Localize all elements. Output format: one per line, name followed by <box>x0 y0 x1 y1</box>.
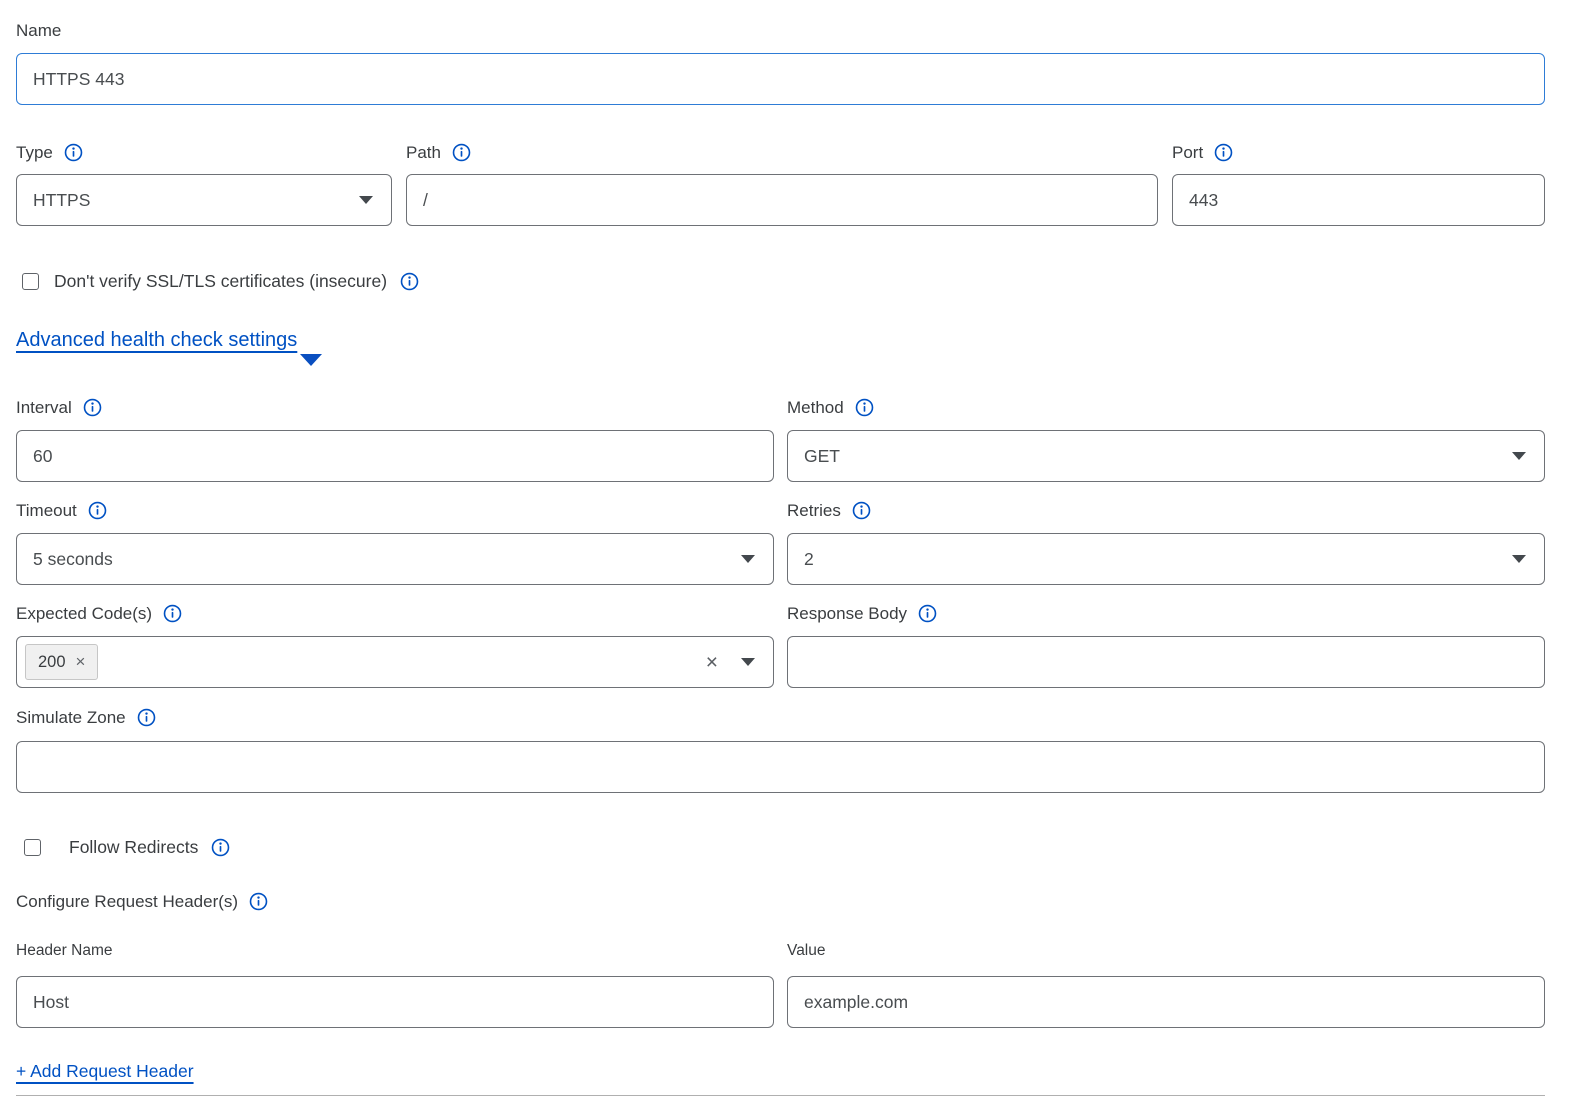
expected-codes-info-icon[interactable] <box>163 604 182 623</box>
caret-down-icon <box>359 196 373 204</box>
response-body-info-icon[interactable] <box>918 604 937 623</box>
method-select-value: GET <box>804 446 840 467</box>
retries-label: Retries <box>787 501 841 521</box>
timeout-field: Timeout 5 seconds <box>16 500 774 585</box>
timeout-select-value: 5 seconds <box>33 549 113 570</box>
interval-info-icon[interactable] <box>83 398 102 417</box>
advanced-settings-link-label: Advanced health check settings <box>16 329 297 352</box>
method-info-icon[interactable] <box>855 398 874 417</box>
configure-headers-heading: Configure Request Header(s) <box>16 891 1545 912</box>
ssl-verify-checkbox[interactable] <box>22 273 39 290</box>
port-label: Port <box>1172 143 1203 163</box>
path-field: Path <box>406 142 1158 226</box>
interval-label: Interval <box>16 398 72 418</box>
retries-info-icon[interactable] <box>852 501 871 520</box>
expected-codes-label: Expected Code(s) <box>16 604 152 624</box>
expected-codes-field: Expected Code(s) 200 × × <box>16 603 774 688</box>
caret-down-icon <box>1512 452 1526 460</box>
simulate-zone-info-icon[interactable] <box>137 708 156 727</box>
response-body-field: Response Body <box>787 603 1545 688</box>
name-input[interactable] <box>16 53 1545 105</box>
configure-headers-info-icon[interactable] <box>249 892 268 911</box>
request-header-row: Header Name Value <box>16 941 1545 1028</box>
simulate-zone-field: Simulate Zone <box>16 707 1545 793</box>
interval-input[interactable] <box>16 430 774 482</box>
method-field: Method GET <box>787 397 1545 482</box>
ssl-verify-row: Don't verify SSL/TLS certificates (insec… <box>16 271 1545 292</box>
interval-field: Interval <box>16 397 774 482</box>
timeout-label: Timeout <box>16 501 77 521</box>
caret-down-icon <box>1512 555 1526 563</box>
simulate-zone-input[interactable] <box>16 741 1545 793</box>
simulate-zone-label: Simulate Zone <box>16 708 126 728</box>
caret-down-icon <box>741 658 755 666</box>
configure-headers-label: Configure Request Header(s) <box>16 892 238 912</box>
retries-field: Retries 2 <box>787 500 1545 585</box>
port-field: Port <box>1172 142 1545 226</box>
ssl-verify-label: Don't verify SSL/TLS certificates (insec… <box>54 271 387 292</box>
header-value-input[interactable] <box>787 976 1545 1028</box>
type-info-icon[interactable] <box>64 143 83 162</box>
follow-redirects-info-icon[interactable] <box>211 838 230 857</box>
header-name-column-label: Header Name <box>16 942 113 960</box>
path-input[interactable] <box>406 174 1158 226</box>
header-name-field: Header Name <box>16 941 774 1028</box>
header-name-input[interactable] <box>16 976 774 1028</box>
method-select[interactable]: GET <box>787 430 1545 482</box>
port-info-icon[interactable] <box>1214 143 1233 162</box>
follow-redirects-row: Follow Redirects <box>16 837 1545 858</box>
header-value-column-label: Value <box>787 942 826 960</box>
path-label: Path <box>406 143 441 163</box>
clear-all-icon[interactable]: × <box>706 652 718 673</box>
type-select-value: HTTPS <box>33 190 90 211</box>
retries-select[interactable]: 2 <box>787 533 1545 585</box>
type-field: Type HTTPS <box>16 142 392 226</box>
header-value-field: Value <box>787 941 1545 1028</box>
section-divider <box>16 1095 1545 1096</box>
response-body-label: Response Body <box>787 604 907 624</box>
caret-down-icon <box>741 555 755 563</box>
expected-codes-multiselect[interactable]: 200 × × <box>16 636 774 688</box>
follow-redirects-label: Follow Redirects <box>69 837 198 858</box>
type-label: Type <box>16 143 53 163</box>
method-label: Method <box>787 398 844 418</box>
retries-select-value: 2 <box>804 549 814 570</box>
expected-code-tag-value: 200 <box>38 653 66 672</box>
follow-redirects-checkbox[interactable] <box>24 839 41 856</box>
add-request-header-link[interactable]: + Add Request Header <box>16 1061 194 1082</box>
timeout-select[interactable]: 5 seconds <box>16 533 774 585</box>
health-check-form: Name Type HTTPS Path <box>0 0 1570 1096</box>
type-path-port-row: Type HTTPS Path Port <box>16 142 1545 226</box>
path-info-icon[interactable] <box>452 143 471 162</box>
expand-triangle-icon <box>300 354 322 366</box>
name-label: Name <box>16 21 61 41</box>
advanced-settings-grid: Interval Method GET Timeout <box>16 397 1545 688</box>
type-select[interactable]: HTTPS <box>16 174 392 226</box>
expected-code-tag: 200 × <box>25 644 98 680</box>
advanced-settings-link[interactable]: Advanced health check settings <box>16 329 297 352</box>
timeout-info-icon[interactable] <box>88 501 107 520</box>
port-input[interactable] <box>1172 174 1545 226</box>
ssl-verify-info-icon[interactable] <box>400 272 419 291</box>
response-body-input[interactable] <box>787 636 1545 688</box>
name-field: Name <box>16 20 1545 105</box>
remove-tag-icon[interactable]: × <box>76 652 86 672</box>
